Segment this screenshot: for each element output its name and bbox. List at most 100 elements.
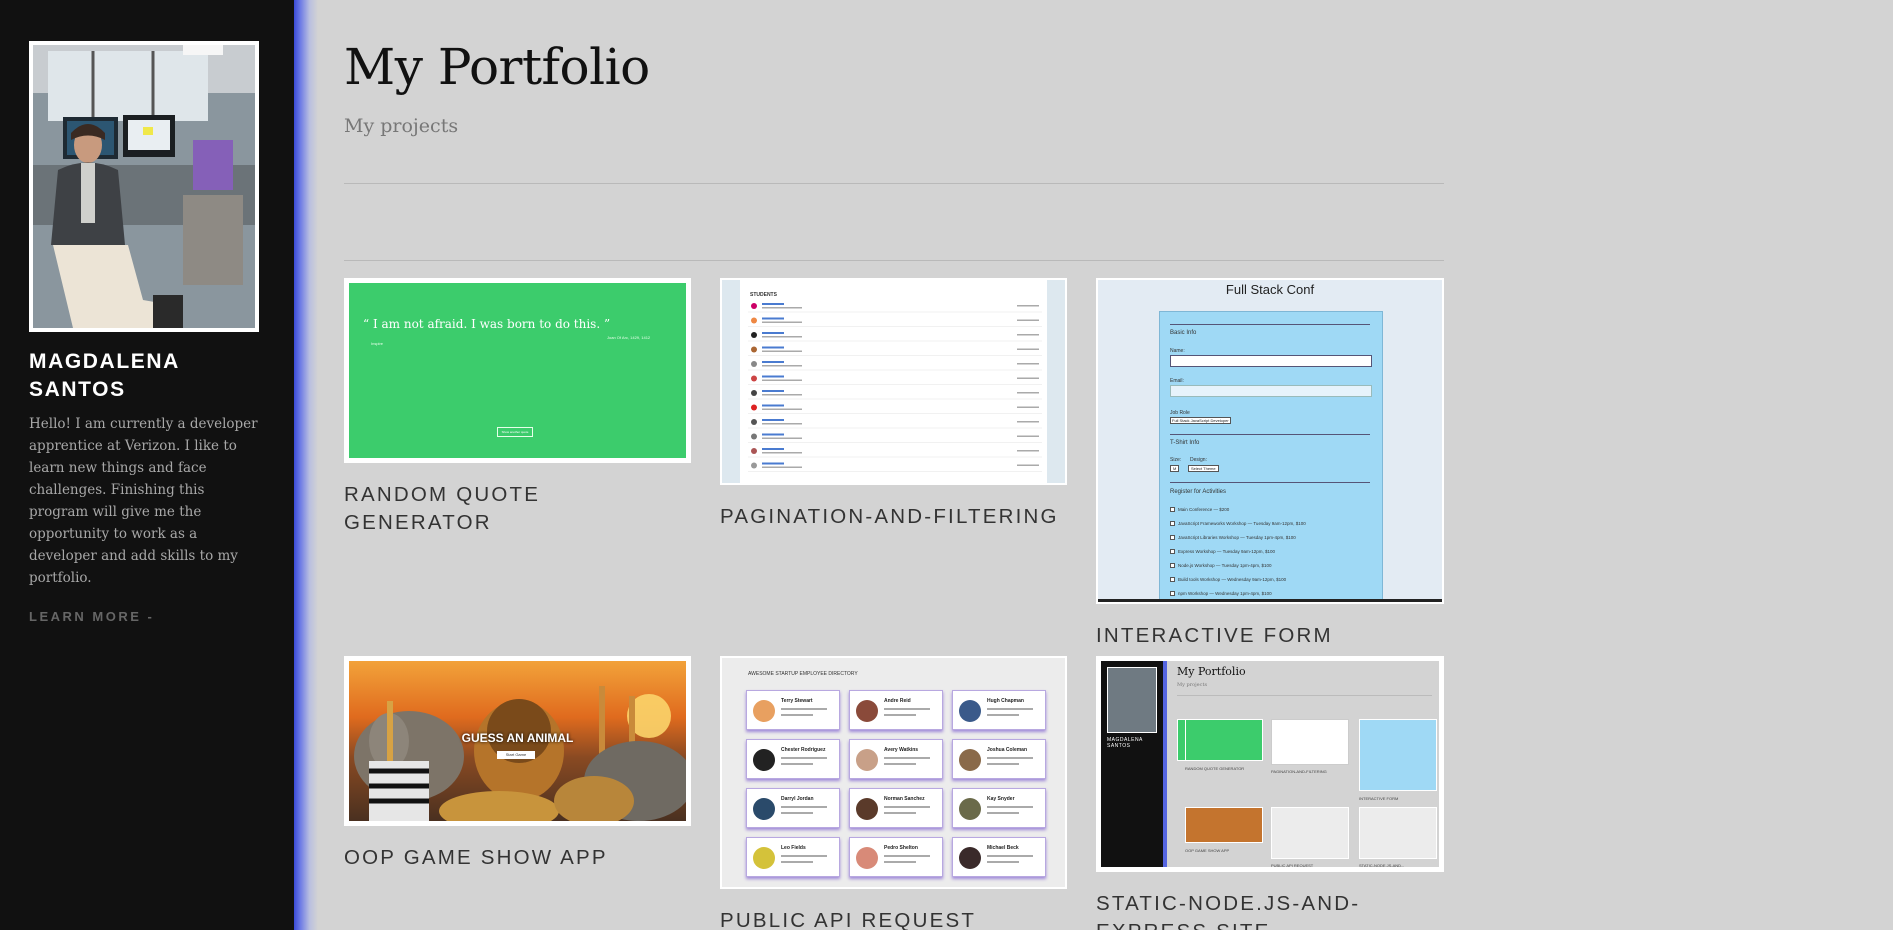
activity-label: Main Conference — $200 [1178, 506, 1230, 512]
project-title-interactive-form[interactable]: INTERACTIVE FORM [1096, 622, 1444, 650]
student-avatar [751, 303, 757, 309]
activity-item: npm Workshop — Wednesday 1pm-4pm, $100 [1170, 586, 1380, 600]
project-thumbnail-random-quote[interactable]: “ I am not afraid. I was born to do this… [344, 278, 691, 463]
employee-avatar [959, 749, 981, 771]
employee-city-line [987, 714, 1019, 716]
student-name-line [762, 390, 784, 392]
directory-heading: AWESOME STARTUP EMPLOYEE DIRECTORY [748, 671, 858, 677]
game-start-button: Start Game [497, 751, 535, 759]
project-thumbnail-public-api[interactable]: AWESOME STARTUP EMPLOYEE DIRECTORY Terry… [720, 656, 1067, 889]
quote-text: “ I am not afraid. I was born to do this… [363, 317, 611, 331]
project-card-oop-game: GUESS AN ANIMAL Start Game OOP GAME SHOW… [344, 656, 691, 872]
quote-button: Show another quote [497, 427, 533, 437]
project-thumbnail-pagination[interactable]: STUDENTS [720, 278, 1067, 485]
activity-item: Build tools Workshop — Wednesday 9am-12p… [1170, 572, 1380, 586]
employee-name: Chester Rodriguez [781, 747, 826, 753]
employee-avatar [856, 700, 878, 722]
employee-city-line [987, 812, 1019, 814]
employee-card: Pedro Shelton [849, 837, 943, 877]
learn-more-link[interactable]: LEARN MORE - [29, 609, 154, 624]
page-subtitle: My projects [344, 115, 459, 137]
activity-label: Node.js Workshop — Tuesday 1pm-4pm, $100 [1178, 562, 1272, 568]
student-email-line [762, 379, 802, 381]
student-email-line [762, 466, 802, 468]
employee-name: Darryl Jordan [781, 796, 814, 802]
activity-label: JavaScript Frameworks Workshop — Tuesday… [1178, 520, 1306, 526]
activity-item: JavaScript Libraries Workshop — Tuesday … [1170, 530, 1380, 544]
student-name-line [762, 433, 784, 436]
student-avatar [751, 375, 757, 382]
student-name-line [762, 317, 784, 320]
activity-label: Express Workshop — Tuesday 9am-12pm, $10… [1178, 548, 1275, 554]
project-card-interactive-form: Full Stack Conf Basic Info Name: Email: … [1096, 278, 1444, 650]
employee-avatar [959, 700, 981, 722]
employee-city-line [781, 714, 813, 716]
employee-card: Leo Fields [746, 837, 840, 877]
student-email-line [762, 423, 802, 425]
project-title-oop-game[interactable]: OOP GAME SHOW APP [344, 844, 691, 872]
profile-bio: Hello! I am currently a developer appren… [29, 416, 258, 586]
student-avatar [751, 448, 757, 454]
project-thumbnail-oop-game[interactable]: GUESS AN ANIMAL Start Game [344, 656, 691, 826]
project-card-pagination: STUDENTS PAGINATION-AND-FILTERING [720, 278, 1067, 531]
pagination-preview: STUDENTS [722, 280, 1065, 483]
student-name-line [762, 462, 784, 465]
student-name-line [762, 448, 784, 450]
employee-name: Leo Fields [781, 845, 806, 851]
student-name-line [762, 375, 784, 378]
employee-email-line [884, 757, 930, 759]
profile-photo [33, 45, 255, 328]
sidebar-accent-edge [294, 0, 318, 930]
activity-checkbox [1170, 548, 1175, 554]
employee-name: Andre Reid [884, 698, 911, 704]
project-title-static-node[interactable]: STATIC-NODE.JS-AND-EXPRESS SITE [1096, 890, 1444, 930]
student-avatar [751, 419, 757, 425]
employee-email-line [987, 806, 1033, 808]
activity-label: JavaScript Libraries Workshop — Tuesday … [1178, 534, 1296, 540]
employee-city-line [884, 861, 916, 863]
employee-card: Avery Watkins [849, 739, 943, 779]
employee-email-line [884, 806, 930, 808]
student-avatar [751, 317, 757, 324]
employee-email-line [781, 855, 827, 857]
student-date-line [1017, 392, 1039, 394]
employee-name: Kay Snyder [987, 796, 1015, 802]
student-date-line [1017, 363, 1039, 365]
employee-city-line [987, 861, 1019, 863]
employee-card: Joshua Coleman [952, 739, 1046, 779]
employee-avatar [753, 700, 775, 722]
employee-avatar [753, 798, 775, 820]
employee-card: Terry Stewart [746, 690, 840, 730]
student-name-line [762, 419, 784, 421]
activity-label: npm Workshop — Wednesday 1pm-4pm, $100 [1178, 590, 1272, 596]
employee-city-line [781, 812, 813, 814]
student-date-line [1017, 435, 1039, 437]
employee-email-line [781, 708, 827, 710]
project-title-public-api[interactable]: PUBLIC API REQUEST [720, 907, 1067, 930]
student-avatar [751, 390, 757, 396]
employee-card: Kay Snyder [952, 788, 1046, 828]
project-thumbnail-static-node[interactable]: MAGDALENA SANTOS My Portfolio My project… [1096, 656, 1444, 872]
project-title-pagination[interactable]: PAGINATION-AND-FILTERING [720, 503, 1067, 531]
student-avatar [751, 462, 757, 469]
employee-email-line [781, 757, 827, 759]
student-date-line [1017, 305, 1039, 307]
student-date-line [1017, 334, 1039, 336]
employee-city-line [884, 763, 916, 765]
form-title: Full Stack Conf [1225, 282, 1315, 297]
project-thumbnail-interactive-form[interactable]: Full Stack Conf Basic Info Name: Email: … [1096, 278, 1444, 604]
student-name-line [762, 303, 784, 305]
project-title-random-quote[interactable]: RANDOM QUOTE GENERATOR [344, 481, 691, 537]
student-email-line [762, 394, 802, 396]
student-email-line [762, 336, 802, 338]
activity-checkbox [1170, 506, 1175, 512]
student-avatar [751, 346, 757, 353]
activity-item: Main Conference — $200 [1170, 502, 1380, 516]
project-card-random-quote: “ I am not afraid. I was born to do this… [344, 278, 691, 537]
divider [344, 260, 1444, 261]
student-avatar [751, 404, 757, 411]
employee-avatar [856, 749, 878, 771]
activity-item: Node.js Workshop — Tuesday 1pm-4pm, $100 [1170, 558, 1380, 572]
employee-card: Andre Reid [849, 690, 943, 730]
avatar [29, 41, 259, 332]
